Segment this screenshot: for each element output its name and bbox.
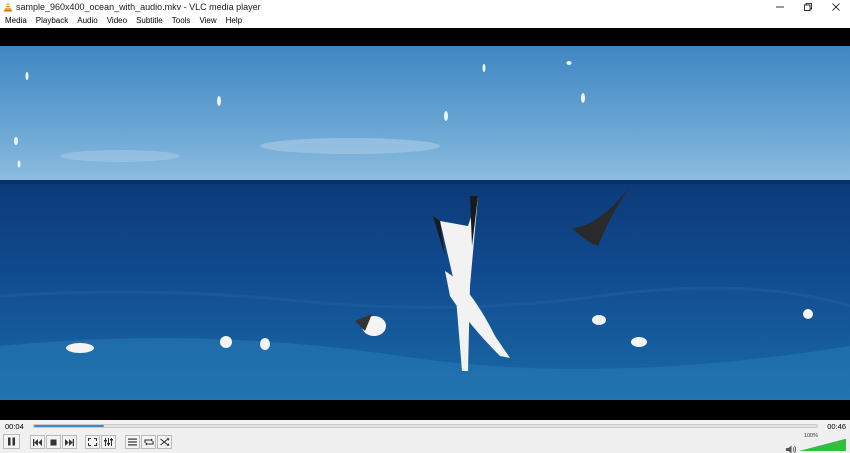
menu-audio[interactable]: Audio — [73, 14, 102, 28]
close-icon — [832, 3, 840, 11]
maximize-button[interactable] — [794, 0, 822, 14]
seek-progress — [34, 425, 105, 427]
volume-slider[interactable]: 100% — [800, 433, 846, 451]
minimize-button[interactable] — [766, 0, 794, 14]
vlc-window: sample_960x400_ocean_with_audio.mkv - VL… — [0, 0, 850, 453]
menu-subtitle[interactable]: Subtitle — [132, 14, 168, 28]
window-controls — [766, 0, 850, 14]
stop-button[interactable] — [46, 435, 61, 449]
close-button[interactable] — [822, 0, 850, 14]
pause-icon — [8, 437, 15, 446]
loop-button[interactable] — [141, 435, 156, 449]
next-icon — [65, 438, 74, 446]
fullscreen-icon — [88, 438, 97, 446]
fullscreen-button[interactable] — [85, 435, 100, 449]
stop-icon — [50, 439, 57, 445]
vlc-cone-icon — [3, 2, 13, 12]
shuffle-icon — [159, 438, 169, 446]
shuffle-button[interactable] — [157, 435, 172, 449]
menu-video[interactable]: Video — [102, 14, 131, 28]
title-bar: sample_960x400_ocean_with_audio.mkv - VL… — [0, 0, 850, 14]
restore-icon — [804, 3, 812, 11]
playlist-icon — [128, 438, 137, 446]
total-time[interactable]: 00:46 — [827, 422, 846, 431]
extended-settings-button[interactable] — [101, 435, 116, 449]
menu-tools[interactable]: Tools — [167, 14, 195, 28]
pause-button[interactable] — [3, 434, 20, 449]
menu-playback[interactable]: Playback — [31, 14, 72, 28]
seek-slider[interactable] — [33, 424, 818, 428]
previous-icon — [33, 438, 42, 446]
video-frame — [0, 46, 850, 400]
playlist-button[interactable] — [125, 435, 140, 449]
menu-view[interactable]: View — [195, 14, 221, 28]
menu-help[interactable]: Help — [221, 14, 246, 28]
menu-bar: Media Playback Audio Video Subtitle Tool… — [0, 14, 850, 28]
loop-icon — [143, 438, 154, 446]
menu-media[interactable]: Media — [0, 14, 31, 28]
video-area[interactable] — [0, 28, 850, 420]
extended-settings-icon — [104, 438, 113, 446]
elapsed-time: 00:04 — [5, 422, 24, 431]
previous-button[interactable] — [30, 435, 45, 449]
mute-button[interactable] — [786, 441, 797, 453]
controls-panel: 00:04 00:46 100% — [0, 420, 850, 453]
next-button[interactable] — [62, 435, 77, 449]
speaker-icon — [786, 445, 797, 453]
minimize-icon — [776, 6, 784, 8]
volume-level — [800, 439, 846, 451]
window-title: sample_960x400_ocean_with_audio.mkv - VL… — [16, 2, 261, 12]
